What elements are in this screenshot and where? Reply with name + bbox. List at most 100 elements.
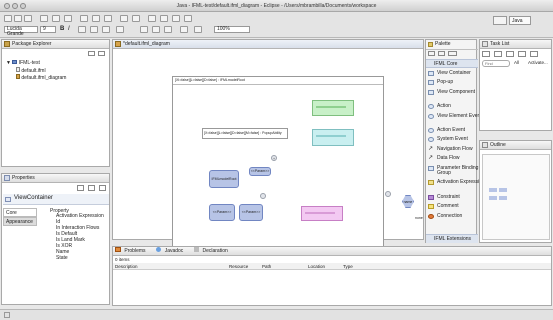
task-activate-link[interactable]: Activate... [528, 60, 548, 65]
collapse-icon[interactable] [518, 51, 526, 57]
column-location[interactable]: Location [308, 264, 325, 269]
new-java-project-icon[interactable] [80, 15, 88, 22]
line-style-icon[interactable] [116, 26, 124, 33]
cyan-note[interactable] [312, 129, 354, 146]
zoom-select[interactable]: 100% [214, 26, 250, 33]
align-icon[interactable] [140, 26, 148, 33]
parameter-node[interactable]: <<Param>> [239, 204, 263, 221]
task-find-input[interactable] [482, 60, 510, 67]
column-resource[interactable]: Resource [229, 264, 248, 269]
tab-declaration[interactable]: Declaration [202, 248, 227, 254]
font-name-select[interactable]: Lucida Grande [4, 26, 38, 37]
palette-section-ifml-extensions[interactable]: IFML Extensions [426, 234, 478, 243]
tab-appearance[interactable]: Appearance [3, 217, 37, 226]
italic-button[interactable]: I [68, 26, 70, 32]
tree-item-project[interactable]: ▼ IFML-test [6, 60, 40, 66]
action-event-icon[interactable] [385, 191, 391, 197]
debug-icon[interactable] [40, 15, 48, 22]
run-icon[interactable] [52, 15, 60, 22]
status-icon[interactable] [4, 312, 10, 318]
expand-triangle-icon[interactable]: ▼ [6, 60, 11, 66]
editor-tab[interactable]: *default.ifml_diagram [123, 41, 170, 47]
tree-item-file[interactable]: default.ifml [16, 67, 46, 74]
save-icon[interactable] [14, 15, 22, 22]
task-list-title[interactable]: Task List [490, 41, 509, 47]
tab-javadoc[interactable]: Javadoc [165, 248, 184, 254]
view-component-node[interactable]: IFMLmodelRoot [209, 170, 239, 188]
view-component-icon [428, 90, 434, 95]
external-tools-icon[interactable] [64, 15, 72, 22]
fill-color-icon[interactable] [90, 26, 98, 33]
tree-item-file[interactable]: default.ifml_diagram [16, 74, 66, 81]
palette-item-comment[interactable]: Comment [426, 202, 486, 211]
link-editor-icon[interactable] [98, 51, 105, 56]
line-color-icon[interactable] [102, 26, 110, 33]
font-size-select[interactable]: 9 [40, 26, 56, 33]
sync-icon[interactable] [530, 51, 538, 57]
property-row[interactable]: Activation Expression [56, 213, 104, 219]
package-explorer-title[interactable]: Package Explorer [12, 41, 51, 47]
column-type[interactable]: Type [343, 264, 353, 269]
note-tool-icon[interactable] [448, 51, 457, 56]
tab-problems[interactable]: Problems [124, 248, 145, 254]
zoom-tool-icon[interactable] [438, 51, 445, 56]
view-element-event-icon[interactable] [260, 193, 266, 199]
new-task-icon[interactable] [482, 51, 490, 57]
palette-item-view-container[interactable]: View Container [426, 69, 486, 78]
column-path[interactable]: Path [262, 264, 271, 269]
palette-item-view-element-event[interactable]: View Element Event [426, 112, 486, 126]
new-package-icon[interactable] [92, 15, 100, 22]
filter-icon[interactable] [506, 51, 514, 57]
categorize-icon[interactable] [494, 51, 502, 57]
print-icon[interactable] [24, 15, 32, 22]
popup-container[interactable]: [X=false][L=false][D=false][M=false] : P… [202, 128, 288, 139]
palette-item-action[interactable]: Action [426, 102, 486, 111]
view-element-event-icon[interactable]: + [271, 155, 277, 161]
palette-item-system-event[interactable]: System Event [426, 135, 486, 144]
palette-item-popup[interactable]: Pop-up [426, 78, 486, 87]
zoom-fit-icon[interactable] [194, 26, 202, 33]
green-note[interactable] [312, 100, 354, 116]
palette-item-parameter-binding-group[interactable]: Parameter Binding Group [426, 164, 486, 178]
select-tool-icon[interactable] [428, 51, 435, 56]
palette-item-constraint[interactable]: Constraint [426, 193, 486, 202]
open-type-icon[interactable] [120, 15, 128, 22]
palette-item-data-flow[interactable]: ↗ Data Flow [426, 154, 486, 163]
tab-core[interactable]: Core [3, 208, 37, 217]
forward-icon[interactable] [184, 15, 192, 22]
parameter-node[interactable]: <<Param>> [209, 204, 235, 221]
palette-section-ifml-core[interactable]: IFML Core [426, 59, 478, 68]
prev-annotation-icon[interactable] [148, 15, 156, 22]
properties-element-name: ViewContainer [14, 195, 53, 201]
properties-title[interactable]: Properties [12, 175, 35, 181]
view-menu-icon[interactable] [99, 185, 106, 191]
show-categories-icon[interactable] [77, 185, 84, 191]
bold-button[interactable]: B [60, 26, 64, 32]
arrange-icon[interactable] [164, 26, 172, 33]
outline-title[interactable]: Outline [490, 142, 506, 148]
palette-item-activation-expression[interactable]: Activation Expression [426, 178, 486, 192]
search-icon[interactable] [132, 15, 140, 22]
new-class-icon[interactable] [104, 15, 112, 22]
collapse-all-icon[interactable] [88, 51, 95, 56]
palette-item-view-component[interactable]: View Component [426, 88, 486, 102]
column-description[interactable]: Description [115, 264, 138, 269]
palette-item-connection[interactable]: Connection [426, 212, 486, 221]
new-icon[interactable] [4, 15, 12, 22]
palette-item-action-event[interactable]: Action Event [426, 126, 486, 135]
route-icon[interactable] [180, 26, 188, 33]
action-node[interactable]: name [402, 195, 414, 208]
open-perspective-icon[interactable] [493, 16, 507, 25]
show-advanced-icon[interactable] [88, 185, 95, 191]
auto-size-icon[interactable] [152, 26, 160, 33]
palette-item-navigation-flow[interactable]: ↗ Navigation Flow [426, 145, 486, 154]
outline-thumbnail[interactable] [482, 154, 550, 240]
parameter-node[interactable]: <<Param>> [249, 167, 271, 176]
next-annotation-icon[interactable] [160, 15, 168, 22]
back-icon[interactable] [172, 15, 180, 22]
task-filter-all[interactable]: All [514, 60, 519, 65]
perspective-java-button[interactable]: Java [509, 16, 531, 25]
palette-item-label: Comment [437, 203, 459, 209]
property-row[interactable]: State [56, 255, 68, 261]
font-color-icon[interactable] [78, 26, 86, 33]
